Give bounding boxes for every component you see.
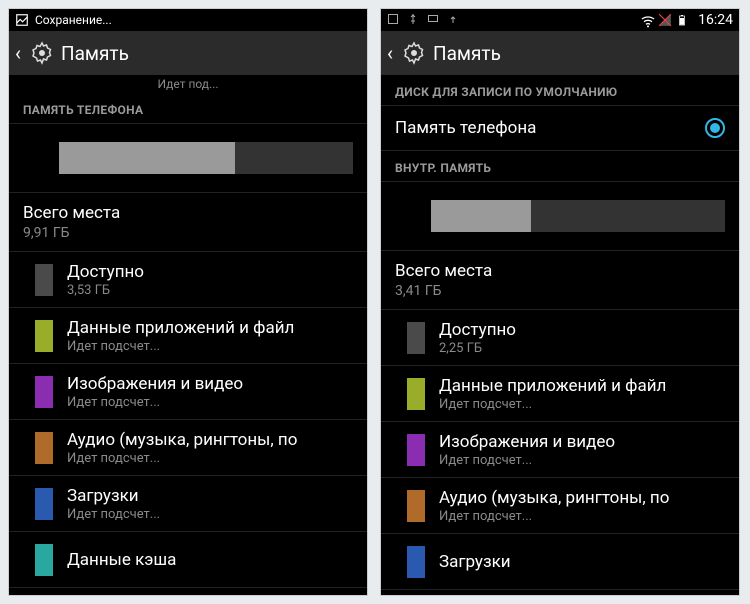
status-time: 16:24 — [698, 12, 733, 28]
color-swatch — [35, 432, 53, 464]
storage-item[interactable]: Аудио (музыка, рингтоны, поИдет подсчет.… — [9, 420, 367, 476]
item-subtext: Идет подсчет... — [67, 507, 353, 522]
storage-item[interactable]: Доступно2,25 ГБ — [381, 310, 739, 366]
page-title: Память — [433, 42, 501, 65]
color-swatch — [407, 434, 425, 466]
storage-used-segment — [431, 200, 531, 232]
storage-item[interactable]: Аудио (музыка, рингтоны, поИдет подсчет.… — [381, 478, 739, 534]
item-label: Доступно — [439, 320, 725, 340]
total-value: 3,41 ГБ — [395, 283, 725, 299]
phone-right: 16:24 ‹ Память ДИСК ДЛЯ ЗАПИСИ ПО УМОЛЧА… — [380, 8, 740, 596]
item-label: Данные приложений и файл — [439, 376, 725, 396]
signal-icon — [658, 13, 672, 27]
color-swatch — [35, 544, 53, 576]
storage-item[interactable]: Изображения и видеоИдет подсчет... — [381, 422, 739, 478]
color-swatch — [35, 376, 53, 408]
storage-bar-container[interactable] — [9, 124, 367, 193]
item-label: Изображения и видео — [439, 432, 725, 452]
item-label: Данные приложений и файл — [67, 318, 353, 338]
gear-icon — [29, 40, 55, 66]
item-label: Аудио (музыка, рингтоны, по — [439, 488, 725, 508]
storage-item[interactable]: Доступно3,53 ГБ — [9, 252, 367, 308]
item-subtext: Идет подсчет... — [67, 451, 353, 466]
upload-icon — [447, 13, 461, 27]
item-label: Аудио (музыка, рингтоны, по — [67, 430, 353, 450]
fade-text: Идет под... — [9, 75, 367, 93]
storage-bar — [59, 142, 353, 174]
section-phone-memory: ПАМЯТЬ ТЕЛЕФОНА — [9, 93, 367, 124]
storage-item[interactable]: Данные кэша — [9, 532, 367, 588]
color-swatch — [407, 378, 425, 410]
action-bar[interactable]: ‹ Память — [381, 31, 739, 75]
total-space-row[interactable]: Всего места 3,41 ГБ — [381, 251, 739, 310]
storage-item[interactable]: ЗагрузкиИдет подсчет... — [9, 476, 367, 532]
item-label: Загрузки — [67, 486, 353, 506]
storage-used-segment — [59, 142, 235, 174]
storage-item[interactable]: Данные приложений и файлИдет подсчет... — [9, 308, 367, 364]
battery-icon — [676, 13, 690, 27]
back-icon[interactable]: ‹ — [15, 41, 23, 65]
color-swatch — [35, 320, 53, 352]
color-swatch — [407, 546, 425, 578]
status-bar: 16:24 — [381, 9, 739, 31]
color-swatch — [407, 322, 425, 354]
item-subtext: Идет подсчет... — [439, 397, 725, 412]
status-bar: Сохранение... — [9, 9, 367, 31]
item-label: Изображения и видео — [67, 374, 353, 394]
gear-icon — [401, 40, 427, 66]
item-subtext: Идет подсчет... — [439, 509, 725, 524]
item-subtext: Идет подсчет... — [67, 395, 353, 410]
section-internal-memory: ВНУТР. ПАМЯТЬ — [381, 151, 739, 182]
storage-item[interactable]: Загрузки — [381, 534, 739, 590]
image-icon — [387, 13, 401, 27]
item-subtext: 3,53 ГБ — [67, 283, 353, 298]
item-label: Загрузки — [439, 552, 725, 572]
radio-button[interactable] — [705, 118, 725, 138]
back-icon[interactable]: ‹ — [387, 41, 395, 65]
radio-label: Память телефона — [395, 118, 705, 138]
section-default-disk: ДИСК ДЛЯ ЗАПИСИ ПО УМОЛЧАНИЮ — [381, 75, 739, 106]
phone-left: Сохранение... ‹ Память Идет под... ПАМЯТ… — [8, 8, 368, 596]
total-label: Всего места — [23, 203, 353, 223]
page-title: Память — [61, 42, 129, 65]
item-subtext: 2,25 ГБ — [439, 341, 725, 356]
color-swatch — [35, 488, 53, 520]
image-icon — [15, 13, 29, 27]
color-swatch — [407, 490, 425, 522]
radio-phone-memory[interactable]: Память телефона — [381, 106, 739, 151]
item-label: Данные кэша — [67, 550, 353, 570]
wifi-icon — [640, 13, 654, 27]
item-label: Доступно — [67, 262, 353, 282]
action-bar[interactable]: ‹ Память — [9, 31, 367, 75]
storage-bar-container[interactable] — [381, 182, 739, 251]
total-label: Всего места — [395, 261, 725, 281]
status-saving-text: Сохранение... — [35, 13, 112, 27]
item-subtext: Идет подсчет... — [67, 339, 353, 354]
storage-item[interactable]: Изображения и видеоИдет подсчет... — [9, 364, 367, 420]
storage-bar — [431, 200, 725, 232]
storage-item[interactable]: Данные приложений и файлИдет подсчет... — [381, 366, 739, 422]
item-subtext: Идет подсчет... — [439, 453, 725, 468]
total-value: 9,91 ГБ — [23, 225, 353, 241]
message-icon — [427, 13, 441, 27]
color-swatch — [35, 264, 53, 296]
total-space-row[interactable]: Всего места 9,91 ГБ — [9, 193, 367, 252]
usb-icon — [407, 13, 421, 27]
